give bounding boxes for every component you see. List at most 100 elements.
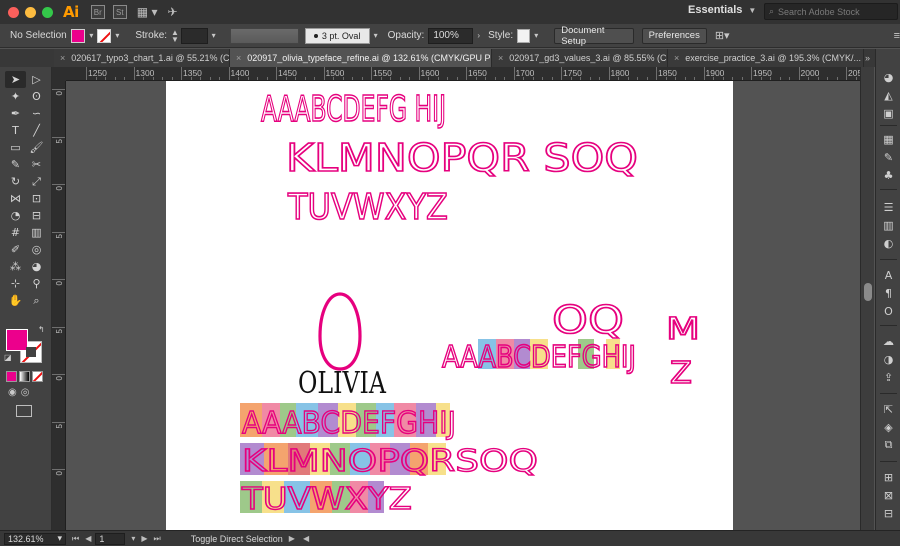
tab-document-1[interactable]: × 020617_typo3_chart_1.ai @ 55.21% (CMY.… xyxy=(54,49,230,67)
eyedropper-tool-icon[interactable]: ✐ xyxy=(5,241,26,258)
magic-wand-tool-icon[interactable]: ✦ xyxy=(5,88,26,105)
horizontal-ruler[interactable]: 1250 1300 1350 1400 1450 1500 1550 1600 1650 1700… xyxy=(66,67,860,81)
style-chevron-icon[interactable]: ▾ xyxy=(534,31,538,40)
fill-swatch-large[interactable] xyxy=(6,329,28,351)
selection-tool-icon[interactable]: ➤ xyxy=(5,71,26,88)
paragraph-panel-icon[interactable]: ¶ xyxy=(876,285,900,301)
artboard-dropdown-icon[interactable]: ▾ xyxy=(131,534,135,543)
cc-libraries-panel-icon[interactable]: ▣ xyxy=(876,105,900,121)
close-tab-icon[interactable]: × xyxy=(498,53,503,63)
slice-tool-icon[interactable]: ⚲ xyxy=(26,275,47,292)
bridge-button[interactable]: Br xyxy=(90,5,105,19)
document-setup-button[interactable]: Document Setup xyxy=(554,25,634,47)
hand-tool-icon[interactable]: ✋ xyxy=(5,292,26,309)
horizontal-scroll-left-icon[interactable]: ◀ xyxy=(303,534,309,543)
right-letter-group[interactable]: OQ AAABCDEFGHIJ M Z xyxy=(441,297,701,392)
draw-behind-icon[interactable]: ◎ xyxy=(21,387,30,398)
close-tab-icon[interactable]: × xyxy=(674,53,679,63)
width-tool-icon[interactable]: ⋈ xyxy=(5,190,26,207)
zoom-level-field[interactable]: 132.61% ▾ xyxy=(4,532,66,545)
opacity-field[interactable]: 100% xyxy=(428,27,474,44)
close-tab-icon[interactable]: × xyxy=(236,53,241,63)
transform-panel-icon[interactable]: ⊟ xyxy=(876,505,900,521)
column-graph-tool-icon[interactable]: ◕ xyxy=(26,258,47,275)
graphic-style-swatch[interactable] xyxy=(517,28,531,43)
curvature-tool-icon[interactable]: ∽ xyxy=(26,105,47,122)
close-window-button[interactable] xyxy=(8,6,19,18)
tab-document-2[interactable]: × 020917_olivia_typeface_refine.ai @ 132… xyxy=(230,49,492,67)
vertical-ruler[interactable]: 0 5 0 5 0 5 0 5 0 xyxy=(52,81,66,530)
color-strip-3[interactable]: TUVWXYZ xyxy=(240,481,413,518)
fill-dropdown-chevron-icon[interactable]: ▾ xyxy=(89,31,93,40)
olivia-wordmark[interactable]: OLIVIA xyxy=(298,366,386,401)
draw-normal-icon[interactable]: ◉ xyxy=(8,387,17,398)
variable-width-profile[interactable] xyxy=(229,27,299,44)
align-panel-icon[interactable]: ⊞ xyxy=(876,469,900,485)
lasso-tool-icon[interactable]: ʘ xyxy=(26,88,47,105)
color-mode-icon[interactable] xyxy=(6,371,17,382)
perspective-grid-tool-icon[interactable]: ⊟ xyxy=(26,207,47,224)
workspace-switcher[interactable]: Essentials ▼ xyxy=(688,4,756,16)
gradient-tool-icon[interactable]: ▥ xyxy=(26,224,47,241)
color-guide-panel-icon[interactable]: ◭ xyxy=(876,87,900,103)
none-mode-icon[interactable] xyxy=(32,371,43,382)
default-fill-stroke-icon[interactable]: ◪ xyxy=(4,353,12,362)
type-tool-icon[interactable]: T xyxy=(5,122,26,139)
arrange-documents-icon[interactable]: ▦ ▾ xyxy=(137,5,158,19)
asset-export-panel-icon[interactable]: ⇪ xyxy=(876,369,900,385)
rectangle-tool-icon[interactable]: ▭ xyxy=(5,139,26,156)
shape-builder-tool-icon[interactable]: ◔ xyxy=(5,207,26,224)
symbols-panel-icon[interactable]: ♣ xyxy=(876,167,900,183)
alphabet-line-1[interactable]: AAABCDEFG HIJ xyxy=(260,88,447,131)
scrollbar-thumb[interactable] xyxy=(864,283,872,301)
transparency-panel-icon[interactable]: ◐ xyxy=(876,235,900,251)
tab-overflow-icon[interactable]: » xyxy=(865,49,870,67)
brush-chevron-icon[interactable]: ▾ xyxy=(374,31,378,40)
canvas-area[interactable]: .ink { fill: none; stroke: #e6007e; stro… xyxy=(66,81,860,530)
color-strip-1[interactable]: AAABCDEFGHIJ xyxy=(240,403,457,442)
egg-shape[interactable] xyxy=(318,292,362,371)
arrange-icon[interactable]: ⊞▾ xyxy=(715,29,730,42)
zoom-window-button[interactable] xyxy=(42,6,53,18)
color-panel-icon[interactable]: ◕ xyxy=(876,69,900,85)
tab-document-4[interactable]: × exercise_practice_3.ai @ 195.3% (CMYK/… xyxy=(668,49,864,67)
swatches-panel-icon[interactable]: ▦ xyxy=(876,131,900,147)
status-menu-icon[interactable]: ▶ xyxy=(289,534,295,543)
pathfinder-panel-icon[interactable]: ⊠ xyxy=(876,487,900,503)
character-panel-icon[interactable]: A xyxy=(876,267,900,283)
preferences-button[interactable]: Preferences xyxy=(641,27,707,44)
first-artboard-icon[interactable]: ⏮ xyxy=(72,534,79,544)
screen-mode-icon[interactable] xyxy=(16,405,32,417)
eraser-tool-icon[interactable]: ✂ xyxy=(26,156,47,173)
swap-fill-stroke-icon[interactable]: ↰ xyxy=(38,325,45,334)
stroke-weight-stepper[interactable]: ▲ ▼ xyxy=(171,28,179,43)
stock-search-input[interactable] xyxy=(778,6,889,17)
artboard-number-field[interactable]: 1 xyxy=(95,532,126,545)
graphic-styles-panel-icon[interactable]: ◑ xyxy=(876,351,900,367)
stroke-weight-field[interactable] xyxy=(180,27,208,44)
gpu-performance-icon[interactable]: ✈ xyxy=(167,5,177,19)
panel-menu-icon[interactable]: ≡ xyxy=(894,30,900,42)
close-tab-icon[interactable]: × xyxy=(60,53,65,63)
vertical-scrollbar[interactable] xyxy=(860,67,874,530)
symbol-sprayer-tool-icon[interactable]: ⁂ xyxy=(5,258,26,275)
layers-panel-icon[interactable]: ◈ xyxy=(876,419,900,435)
alphabet-line-2[interactable]: KLMNOPQR SOQ xyxy=(285,135,639,181)
paintbrush-tool-icon[interactable]: 🖌 xyxy=(26,139,47,156)
blend-tool-icon[interactable]: ◎ xyxy=(26,241,47,258)
brushes-panel-icon[interactable]: ✎ xyxy=(876,149,900,165)
pen-tool-icon[interactable]: ✒ xyxy=(5,105,26,122)
alphabet-line-3[interactable]: TUVWXYZ xyxy=(286,186,448,229)
rotate-tool-icon[interactable]: ↻ xyxy=(5,173,26,190)
direct-selection-tool-icon[interactable]: ▷ xyxy=(26,71,47,88)
stroke-dropdown-chevron-icon[interactable]: ▾ xyxy=(115,31,119,40)
opentype-panel-icon[interactable]: O xyxy=(876,303,900,319)
ruler-origin[interactable] xyxy=(52,67,66,81)
scale-tool-icon[interactable]: ⤢ xyxy=(26,173,47,190)
color-strip-2[interactable]: KLMNOPQRSOQ xyxy=(240,443,539,480)
brush-definition[interactable]: 3 pt. Oval xyxy=(304,27,370,44)
line-tool-icon[interactable]: ╱ xyxy=(26,122,47,139)
gradient-panel-icon[interactable]: ▥ xyxy=(876,217,900,233)
shaper-tool-icon[interactable]: ✎ xyxy=(5,156,26,173)
tab-document-3[interactable]: × 020917_gd3_values_3.ai @ 85.55% (CMYK.… xyxy=(492,49,668,67)
